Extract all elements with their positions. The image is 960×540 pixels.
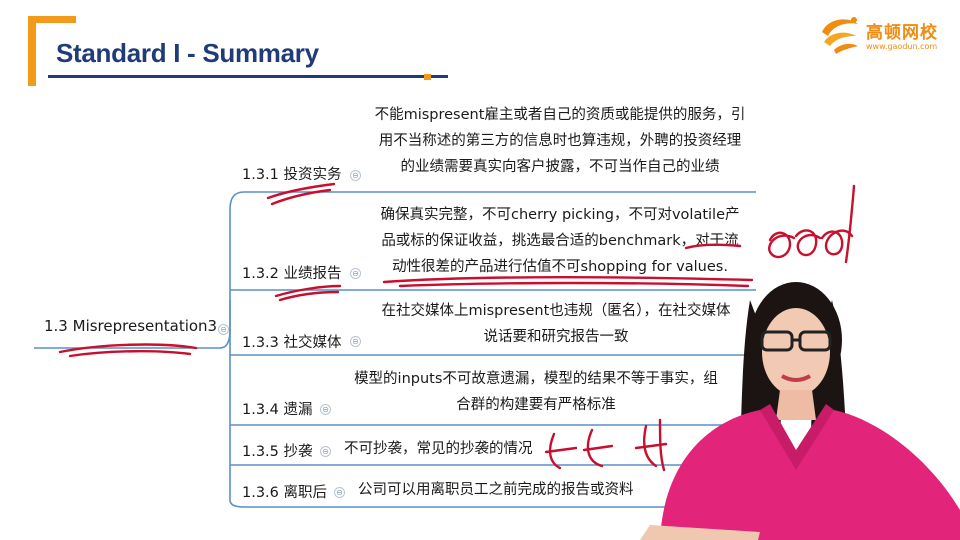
- collapse-1-3-1-icon[interactable]: ⊖: [350, 170, 361, 181]
- gaodun-logo: 高顿网校 www.gaodun.com: [818, 12, 948, 58]
- title-bracket-horizontal: [28, 16, 76, 23]
- leaf-1-3-2: 确保真实完整，不可cherry picking，不可对volatile产 品或标…: [370, 202, 750, 280]
- collapse-1-3-6-icon[interactable]: ⊖: [334, 487, 345, 498]
- branch-label-1-3-1: 1.3.1 投资实务: [242, 167, 342, 183]
- leaf-line: 的业绩需要真实向客户披露，不可当作自己的业绩: [400, 159, 720, 175]
- branch-label-1-3-5: 1.3.5 抄袭: [242, 444, 313, 460]
- collapse-1-3-2-icon[interactable]: ⊖: [350, 268, 361, 279]
- mindmap-root: 1.3 Misrepresentation3: [44, 317, 218, 335]
- logo-url: www.gaodun.com: [866, 42, 938, 51]
- title-underline: [48, 75, 448, 78]
- slide: Standard I - Summary 高顿网校 www.gaodun.com: [0, 0, 960, 540]
- title-underline-dot: [424, 74, 431, 80]
- leaf-line: 用不当称述的第三方的信息时也算违规，外聘的投资经理: [378, 133, 742, 149]
- leaf-1-3-1: 不能mispresent雇主或者自己的资质或能提供的服务，引 用不当称述的第三方…: [370, 102, 750, 180]
- title-bar: Standard I - Summary: [28, 16, 448, 86]
- leaf-line: 确保真实完整，不可cherry picking，不可对volatile产: [380, 207, 740, 223]
- slide-title: Standard I - Summary: [56, 38, 319, 68]
- logo-mark-icon: [822, 17, 858, 54]
- collapse-1-3-4-icon[interactable]: ⊖: [320, 404, 331, 415]
- collapse-1-3-5-icon[interactable]: ⊖: [320, 446, 331, 457]
- collapse-root-icon[interactable]: ⊖: [218, 324, 229, 335]
- branch-label-1-3-6: 1.3.6 离职后: [242, 485, 328, 501]
- branch-label-1-3-2: 1.3.2 业绩报告: [242, 266, 342, 282]
- leaf-1-3-6: 公司可以用离职员工之前完成的报告或资料: [358, 477, 634, 503]
- leaf-line: 不能mispresent雇主或者自己的资质或能提供的服务，引: [374, 107, 746, 123]
- collapse-1-3-3-icon[interactable]: ⊖: [350, 336, 361, 347]
- title-bracket-vertical: [28, 16, 36, 86]
- branch-label-1-3-3: 1.3.3 社交媒体: [242, 335, 342, 351]
- branch-label-1-3-4: 1.3.4 遗漏: [242, 402, 313, 418]
- leaf-1-3-5: 不可抄袭，常见的抄袭的情况: [344, 436, 533, 462]
- leaf-line: 不可抄袭，常见的抄袭的情况: [344, 441, 533, 457]
- leaf-line: 公司可以用离职员工之前完成的报告或资料: [358, 482, 634, 498]
- logo-name: 高顿网校: [866, 23, 938, 43]
- leaf-line: 品或标的保证收益，挑选最合适的benchmark，对于流: [381, 233, 739, 249]
- presenter-video: [640, 282, 960, 540]
